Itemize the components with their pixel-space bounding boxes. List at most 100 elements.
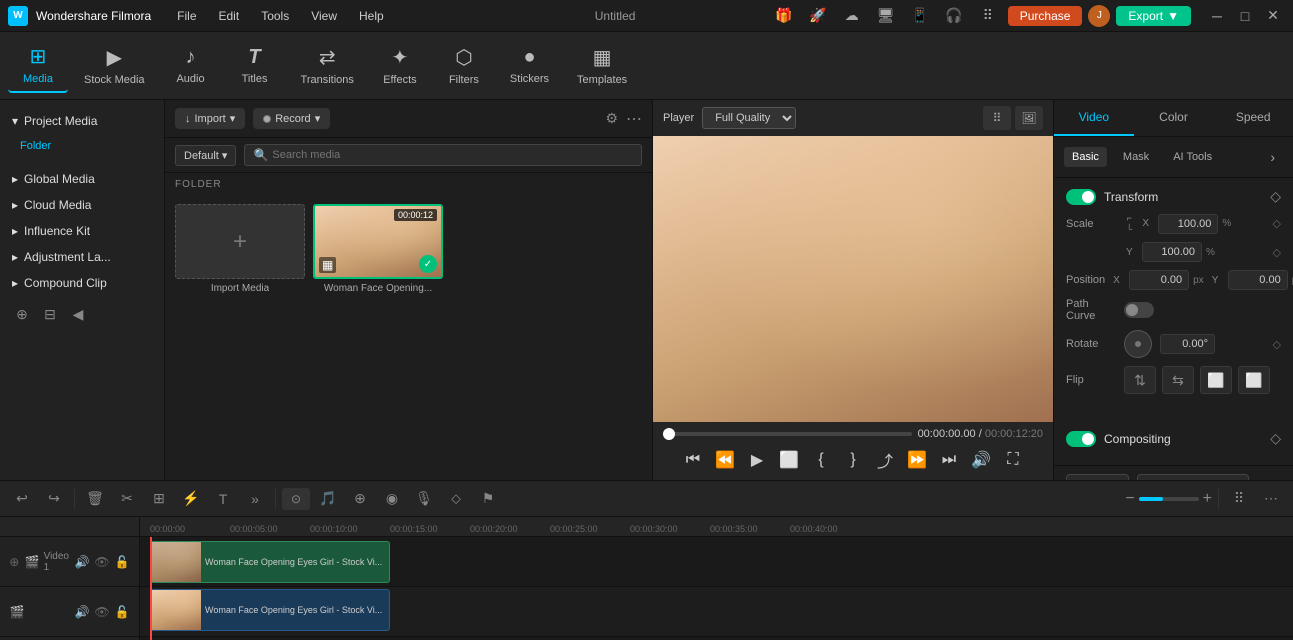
video-clip-2[interactable]: Woman Face Opening Eyes Girl - Stock Vi.… xyxy=(150,589,390,631)
search-input[interactable] xyxy=(272,149,633,161)
sub-tabs-more[interactable]: › xyxy=(1262,145,1283,169)
video-media-item[interactable]: 00:00:12 ▦ ✓ Woman Face Opening... xyxy=(313,204,443,294)
toolbar-filters[interactable]: ⬡ Filters xyxy=(434,39,494,92)
grid-view-button[interactable]: ⠿ xyxy=(983,106,1011,130)
fullscreen-button[interactable]: ⛶ xyxy=(999,446,1027,474)
sidebar-cloud-media[interactable]: ▸ Cloud Media xyxy=(0,192,164,218)
flip-btn-3[interactable]: ⬜ xyxy=(1200,366,1232,394)
track-mute-button[interactable]: 🔊 xyxy=(73,553,91,571)
timeline-settings-button[interactable]: ⋯ xyxy=(1257,485,1285,513)
track-eye-button[interactable]: 👁 xyxy=(93,553,111,571)
import-media-item[interactable]: + Import Media xyxy=(175,204,305,294)
zoom-out-button[interactable]: − xyxy=(1125,490,1134,508)
reset-button[interactable]: Reset xyxy=(1066,474,1129,480)
gift-icon[interactable]: 🎁 xyxy=(770,4,798,28)
track-icon-button[interactable]: 🎬 xyxy=(25,553,40,571)
snap-button[interactable]: ⊙ xyxy=(282,488,310,510)
flip-btn-4[interactable]: ⬜ xyxy=(1238,366,1270,394)
image-view-button[interactable]: 🖼 xyxy=(1015,106,1043,130)
timeline-thumb[interactable] xyxy=(663,428,675,440)
phone-icon[interactable]: 📱 xyxy=(906,4,934,28)
skip-forward-button[interactable]: ⏭ xyxy=(935,446,963,474)
track2-lock-button[interactable]: 🔓 xyxy=(113,603,131,621)
sidebar-influence-kit[interactable]: ▸ Influence Kit xyxy=(0,218,164,244)
sidebar-global-media[interactable]: ▸ Global Media xyxy=(0,166,164,192)
toolbar-titles[interactable]: T Titles xyxy=(225,40,285,91)
timeline-grid-button[interactable]: ⠿ xyxy=(1225,485,1253,513)
keyframe-panel-button[interactable]: Keyframe Panel xyxy=(1137,474,1249,480)
track2-eye-button[interactable]: 👁 xyxy=(93,603,111,621)
video-clip-1[interactable]: Woman Face Opening Eyes Girl - Stock Vi.… xyxy=(150,541,390,583)
flip-horizontal-button[interactable]: ⇅ xyxy=(1124,366,1156,394)
stop-button[interactable]: ⬜ xyxy=(775,446,803,474)
track2-icon-button[interactable]: 🎬 xyxy=(8,603,26,621)
tab-color[interactable]: Color xyxy=(1134,100,1214,136)
color-match-button[interactable]: ◉ xyxy=(378,485,406,513)
track2-mute-button[interactable]: 🔊 xyxy=(73,603,91,621)
menu-tools[interactable]: Tools xyxy=(251,5,299,27)
audio-snap-button[interactable]: 🎵 xyxy=(314,485,342,513)
maximize-button[interactable]: □ xyxy=(1233,6,1257,26)
media-more-button[interactable]: ⋯ xyxy=(626,109,642,129)
timeline-redo-button[interactable]: ↪ xyxy=(40,485,68,513)
timeline-cut-button[interactable]: ✂ xyxy=(113,485,141,513)
rotate-keyframe[interactable]: ◇ xyxy=(1273,338,1281,351)
scale-y-keyframe[interactable]: ◇ xyxy=(1273,246,1281,259)
link-icon[interactable]: ⌐ └ xyxy=(1126,213,1132,234)
sidebar-compound-clip[interactable]: ▸ Compound Clip xyxy=(0,270,164,296)
rocket-icon[interactable]: 🚀 xyxy=(804,4,832,28)
sidebar-folder[interactable]: Folder xyxy=(0,134,164,158)
ripple-edit-button[interactable]: ⊕ xyxy=(346,485,374,513)
minimize-button[interactable]: ─ xyxy=(1205,6,1229,26)
quality-select[interactable]: Full Quality xyxy=(702,107,796,129)
skip-back-button[interactable]: ⏮ xyxy=(679,446,707,474)
sort-select[interactable]: Default ▾ xyxy=(175,145,236,166)
purchase-button[interactable]: Purchase xyxy=(1008,6,1083,26)
scale-x-keyframe[interactable]: ◇ xyxy=(1273,217,1281,230)
grid-icon[interactable]: ⠿ xyxy=(974,4,1002,28)
toolbar-stickers[interactable]: ● Stickers xyxy=(498,40,561,91)
cloud-icon[interactable]: ☁ xyxy=(838,4,866,28)
timeline-delete-button[interactable]: 🗑 xyxy=(81,485,109,513)
rotate-input[interactable] xyxy=(1160,334,1215,354)
scale-y-input[interactable] xyxy=(1142,242,1202,262)
collapse-sidebar-button[interactable]: ◀ xyxy=(66,302,90,326)
track-add-button[interactable]: ⊕ xyxy=(8,553,21,571)
avatar[interactable]: J xyxy=(1088,5,1110,27)
audio-mix-button[interactable]: 🎙 xyxy=(410,485,438,513)
flip-vertical-button[interactable]: ⇆ xyxy=(1162,366,1194,394)
audio-button[interactable]: 🔊 xyxy=(967,446,995,474)
play-button[interactable]: ▶ xyxy=(743,446,771,474)
timeline-undo-button[interactable]: ↩ xyxy=(8,485,36,513)
import-button[interactable]: ↓ Import ▾ xyxy=(175,108,245,129)
sub-tab-mask[interactable]: Mask xyxy=(1115,147,1157,167)
sub-tab-basic[interactable]: Basic xyxy=(1064,147,1107,167)
toolbar-templates[interactable]: ▦ Templates xyxy=(565,39,639,92)
compositing-toggle[interactable] xyxy=(1066,431,1096,447)
zoom-in-button[interactable]: + xyxy=(1203,490,1212,508)
markers-button[interactable]: ⚑ xyxy=(474,485,502,513)
compositing-keyframe-icon[interactable]: ◇ xyxy=(1270,430,1281,447)
menu-file[interactable]: File xyxy=(167,5,206,27)
track-lock-button[interactable]: 🔓 xyxy=(113,553,131,571)
timeline-crop-button[interactable]: ⊞ xyxy=(145,485,173,513)
position-x-input[interactable] xyxy=(1129,270,1189,290)
toolbar-effects[interactable]: ✦ Effects xyxy=(370,39,430,92)
menu-edit[interactable]: Edit xyxy=(209,5,250,27)
transform-toggle[interactable] xyxy=(1066,189,1096,205)
headset-icon[interactable]: 🎧 xyxy=(940,4,968,28)
monitor-icon[interactable]: 🖥 xyxy=(872,4,900,28)
preview-progress-bar[interactable] xyxy=(663,432,912,436)
stabilize-button[interactable]: ⬦ xyxy=(442,485,470,513)
record-button[interactable]: Record ▾ xyxy=(253,108,330,129)
tab-video[interactable]: Video xyxy=(1054,100,1134,136)
zoom-slider[interactable] xyxy=(1139,497,1199,501)
mark-out-button[interactable]: } xyxy=(839,446,867,474)
sidebar-adjustment[interactable]: ▸ Adjustment La... xyxy=(0,244,164,270)
timeline-split-audio-button[interactable]: ⚡ xyxy=(177,485,205,513)
close-button[interactable]: ✕ xyxy=(1261,6,1285,26)
remove-folder-button[interactable]: ⊟ xyxy=(38,302,62,326)
export-button[interactable]: Export ▼ xyxy=(1116,6,1191,26)
media-filter-button[interactable]: ⚙ xyxy=(605,110,618,127)
path-curve-toggle[interactable] xyxy=(1124,302,1154,318)
